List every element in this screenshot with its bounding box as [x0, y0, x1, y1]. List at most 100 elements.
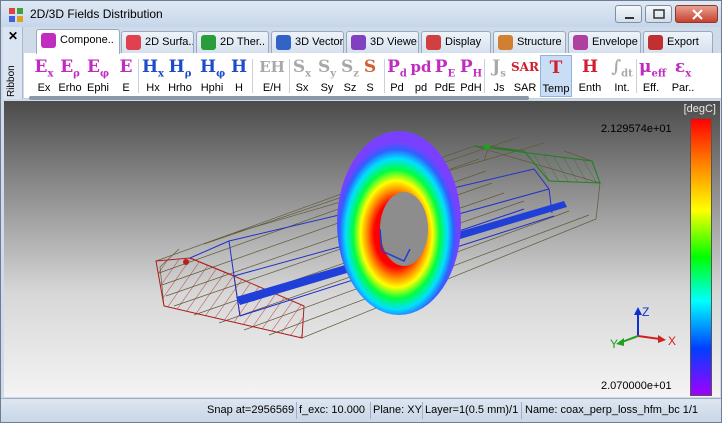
- left-end-cap: [155, 257, 305, 339]
- tool-temp[interactable]: T Temp: [540, 55, 572, 97]
- close-icon: [692, 9, 703, 20]
- tool-eh[interactable]: EH E/H: [258, 55, 286, 97]
- unit-label: [degC]: [683, 103, 716, 115]
- envelope-tab-icon: [573, 35, 588, 50]
- ribbon-scrollbar[interactable]: [29, 96, 529, 100]
- tool-sx[interactable]: Sx Sx: [290, 55, 314, 97]
- status-separator: [370, 402, 371, 419]
- minimize-button[interactable]: [615, 5, 642, 23]
- tab-structure[interactable]: Structure: [493, 31, 566, 53]
- scale-min-value: 2.070000e+01: [601, 380, 672, 392]
- tool-hrho[interactable]: Hρ Hrho: [168, 55, 192, 97]
- tool-sar[interactable]: SAR SAR: [511, 55, 539, 97]
- structure-tab-icon: [498, 35, 513, 50]
- pde-icon: PE: [434, 57, 456, 80]
- tool-ephi[interactable]: Eφ Ephi: [86, 55, 110, 97]
- app-grid-icon: [9, 8, 23, 22]
- tool-eff[interactable]: μeff Eff.: [639, 55, 667, 97]
- ribbon-close-icon[interactable]: ✕: [8, 29, 18, 43]
- maximize-icon: [653, 9, 665, 19]
- toolbar-separator: [252, 59, 253, 93]
- right-port-marker: [484, 144, 490, 150]
- hx-icon: Hx: [141, 57, 165, 80]
- tool-enth[interactable]: H Enth: [576, 55, 604, 97]
- left-port-marker: [183, 259, 189, 265]
- tool-s[interactable]: SS: [358, 55, 382, 97]
- title-bar[interactable]: 2D/3D Fields Distribution: [1, 1, 721, 27]
- sy-icon: Sy: [317, 57, 337, 80]
- tool-int[interactable]: ∫dt Int.: [610, 55, 634, 97]
- ring-hole: [380, 192, 428, 266]
- axis-y-label: Y: [610, 337, 618, 351]
- pd-icon: Pd: [387, 57, 407, 80]
- tab-3d-viewer[interactable]: 3D Viewe: [346, 31, 419, 53]
- tool-par[interactable]: εx Par..: [669, 55, 697, 97]
- status-plane: Plane: XY: [373, 404, 422, 416]
- js-icon: Js: [492, 57, 506, 80]
- tool-hx[interactable]: Hx Hx: [141, 55, 165, 97]
- status-layer: Layer=1(0.5 mm)/1: [425, 404, 519, 416]
- tool-pde[interactable]: PE PdE: [433, 55, 457, 97]
- components-tab-icon: [41, 33, 56, 48]
- scale-max-value: 2.129574e+01: [601, 123, 672, 135]
- tool-e[interactable]: EE: [114, 55, 138, 97]
- tab-2d-surface[interactable]: 2D Surfa..: [121, 31, 194, 53]
- ribbon-tabs: Compone.. 2D Surfa.. 2D Ther.. 3D Vector…: [24, 27, 721, 54]
- tab-2d-thermal[interactable]: 2D Ther..: [196, 31, 269, 53]
- minimize-icon: [625, 17, 634, 19]
- export-tab-icon: [648, 35, 663, 50]
- field-scene: Z X Y: [155, 131, 676, 351]
- status-snap: Snap at=2956569: [207, 404, 295, 416]
- h-icon: H: [230, 57, 248, 77]
- axis-triad: Z X Y: [610, 305, 676, 351]
- sx-icon: Sx: [292, 57, 312, 80]
- close-button[interactable]: [675, 5, 718, 23]
- tab-export[interactable]: Export: [643, 31, 713, 53]
- hrho-icon: Hρ: [168, 57, 192, 80]
- e-icon: E: [119, 57, 133, 77]
- fields-window: 2D/3D Fields Distribution ✕ Ribbon Compo…: [0, 0, 722, 423]
- window-title: 2D/3D Fields Distribution: [30, 7, 163, 21]
- status-separator: [521, 402, 522, 419]
- tool-hphi[interactable]: Hφ Hphi: [200, 55, 226, 97]
- sar-icon: SAR: [511, 60, 539, 74]
- tool-pdh[interactable]: PH PdH: [459, 55, 483, 97]
- vector-tab-icon: [276, 35, 291, 50]
- eff-icon: μeff: [639, 57, 667, 80]
- maximize-button[interactable]: [645, 5, 672, 23]
- status-separator: [296, 402, 297, 419]
- erho-icon: Eρ: [60, 57, 80, 80]
- status-frequency: f_exc: 10.000: [299, 404, 366, 416]
- axis-z-label: Z: [642, 305, 649, 319]
- status-separator: [422, 402, 423, 419]
- tab-envelope[interactable]: Envelope: [568, 31, 641, 53]
- enth-icon: H: [581, 57, 599, 77]
- ex-icon: Ex: [34, 57, 54, 80]
- thermal-tab-icon: [201, 35, 216, 50]
- tool-ex[interactable]: Ex Ex: [32, 55, 56, 97]
- 3d-viewport[interactable]: Z X Y [degC] 2.129574e+01 2.070000e+01: [4, 101, 720, 397]
- status-name: Name: coax_perp_loss_hfm_bc 1/1: [525, 404, 699, 416]
- hphi-icon: Hφ: [200, 57, 226, 80]
- tool-erho[interactable]: Eρ Erho: [58, 55, 82, 97]
- tab-components[interactable]: Compone..: [36, 29, 120, 54]
- s-icon: S: [363, 57, 377, 77]
- pdh-icon: PH: [459, 57, 483, 80]
- pd-lower-icon: pd: [410, 58, 432, 76]
- color-scale-bar: [690, 118, 712, 396]
- ribbon-side-panel: ✕ Ribbon: [3, 27, 23, 99]
- status-bar: Snap at=2956569 f_exc: 10.000 Plane: XY …: [1, 398, 721, 422]
- ribbon-label: Ribbon: [6, 65, 17, 97]
- axis-x-label: X: [668, 334, 676, 348]
- ephi-icon: Eφ: [86, 57, 110, 80]
- tool-h[interactable]: HH: [227, 55, 251, 97]
- tab-display[interactable]: Display: [421, 31, 491, 53]
- tab-3d-vector[interactable]: 3D Vector: [271, 31, 344, 53]
- display-tab-icon: [426, 35, 441, 50]
- viewer-tab-icon: [351, 35, 366, 50]
- par-icon: εx: [674, 57, 692, 80]
- component-toolbar: Ex Ex Eρ Erho Eφ Ephi EE Hx Hx Hρ Hrho Hφ Hphi…: [24, 53, 721, 99]
- temp-icon: T: [549, 58, 563, 78]
- integral-icon: ∫dt: [611, 57, 633, 80]
- eh-icon: EH: [259, 58, 285, 76]
